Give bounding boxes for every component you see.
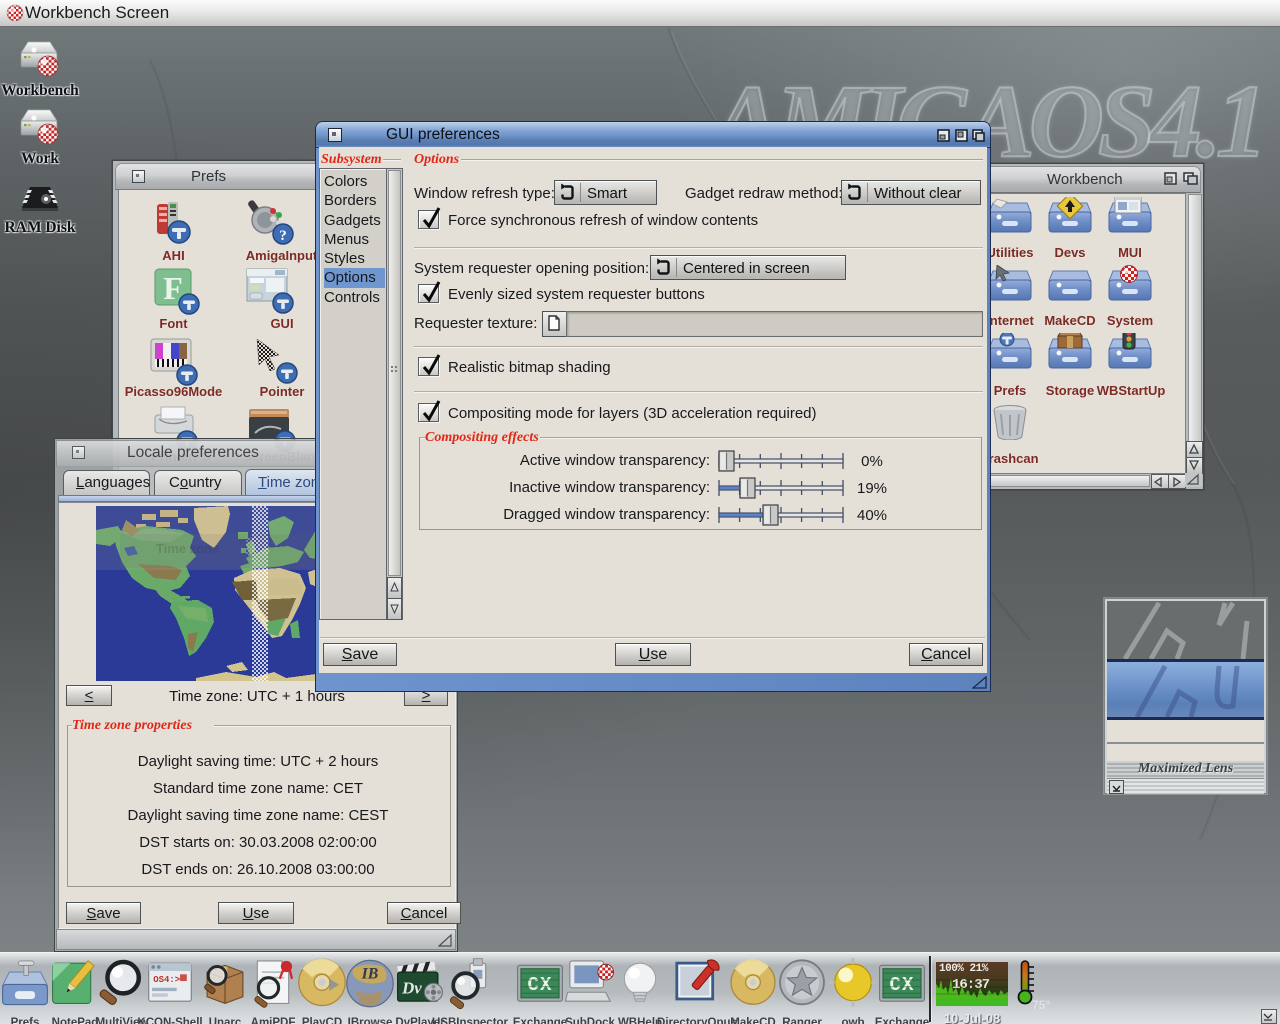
svg-text:IB: IB	[361, 966, 379, 983]
svg-text:Dv: Dv	[401, 978, 422, 997]
svg-text:75°: 75°	[1032, 998, 1050, 1012]
svg-text:?: ?	[279, 228, 287, 244]
svg-text:CX: CX	[527, 974, 552, 996]
svg-text:CX: CX	[889, 974, 914, 996]
svg-text:OS4:>: OS4:>	[153, 975, 180, 985]
svg-text:Time zone: Time zone	[156, 541, 219, 556]
